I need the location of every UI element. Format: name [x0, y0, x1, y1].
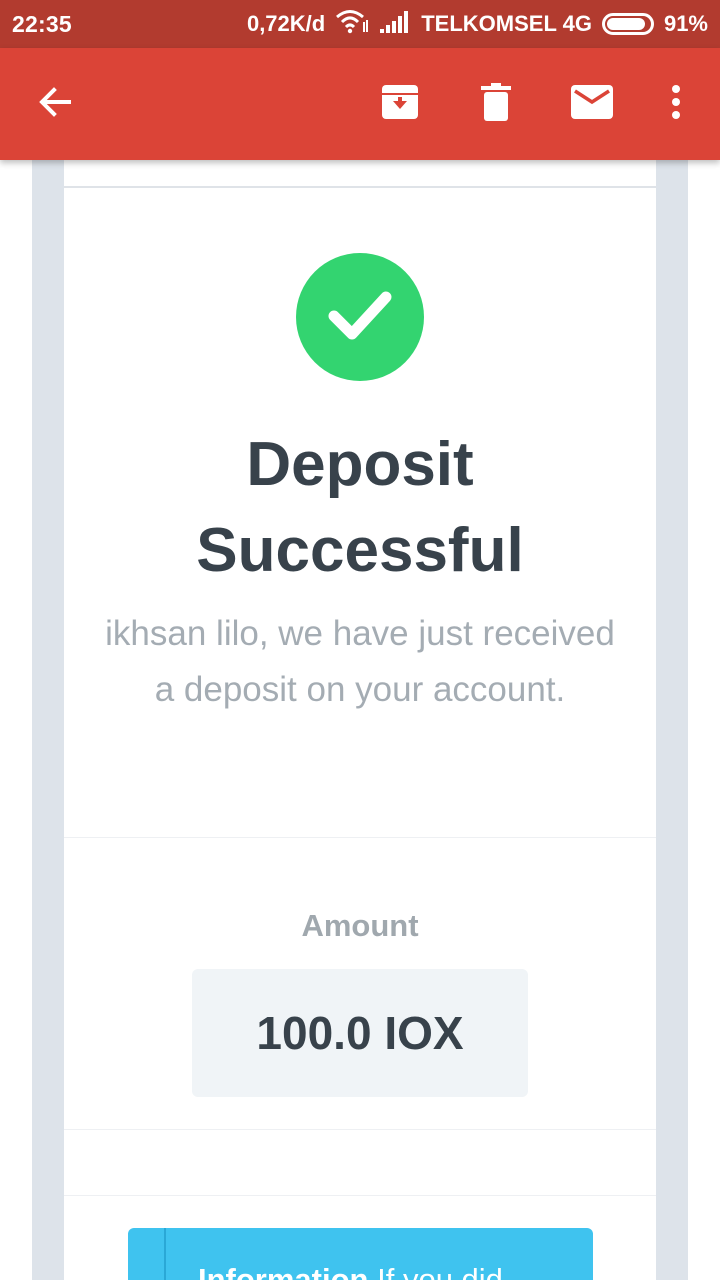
back-button[interactable]: [27, 76, 83, 132]
battery-icon: [601, 13, 654, 35]
mail-icon: [571, 84, 613, 124]
info-notice: Information If you did: [128, 1228, 593, 1280]
mark-unread-button[interactable]: [564, 76, 620, 132]
archive-icon: [381, 84, 419, 125]
amount-box: 100.0 IOX: [192, 969, 528, 1097]
divider: [64, 186, 656, 188]
email-title: Deposit Successful: [64, 422, 656, 594]
info-label: Information: [198, 1262, 369, 1280]
network-speed: 0,72K/d: [246, 11, 326, 36]
amount-value: 100.0 IOX: [256, 1007, 464, 1059]
app-bar: [0, 48, 720, 160]
success-badge: [296, 253, 424, 381]
status-bar: 22:35 0,72K/d TELKOMSEL 4G 91%: [0, 0, 720, 48]
arrow-left-icon: [37, 84, 73, 125]
delete-button[interactable]: [468, 76, 524, 132]
status-time: 22:35: [12, 11, 72, 37]
email-message: ikhsan lilo, we have just received a dep…: [105, 614, 615, 709]
info-accent-bar: [164, 1228, 166, 1280]
divider: [64, 1129, 656, 1130]
divider: [64, 1195, 656, 1196]
checkmark-icon: [327, 289, 393, 346]
email-gutter-right: [656, 160, 688, 1280]
amount-label: Amount: [301, 908, 419, 943]
title-line-1: Deposit: [246, 430, 474, 499]
more-vert-icon: [671, 84, 681, 124]
battery-fill: [606, 18, 646, 30]
divider: [64, 837, 656, 838]
title-line-2: Successful: [196, 516, 524, 585]
info-body: If you did: [377, 1262, 503, 1280]
info-text: Information If you did: [198, 1262, 503, 1280]
status-right: 0,72K/d TELKOMSEL 4G 91%: [237, 10, 708, 38]
wifi-icon: [335, 8, 369, 40]
carrier-name: TELKOMSEL 4G: [421, 11, 592, 36]
signal-icon: [379, 9, 411, 39]
archive-button[interactable]: [372, 76, 428, 132]
battery-percent: 91%: [663, 11, 708, 36]
email-card: Deposit Successful ikhsan lilo, we have …: [64, 160, 656, 1280]
email-gutter-left: [32, 160, 64, 1280]
trash-icon: [481, 82, 511, 126]
more-options-button[interactable]: [648, 76, 704, 132]
